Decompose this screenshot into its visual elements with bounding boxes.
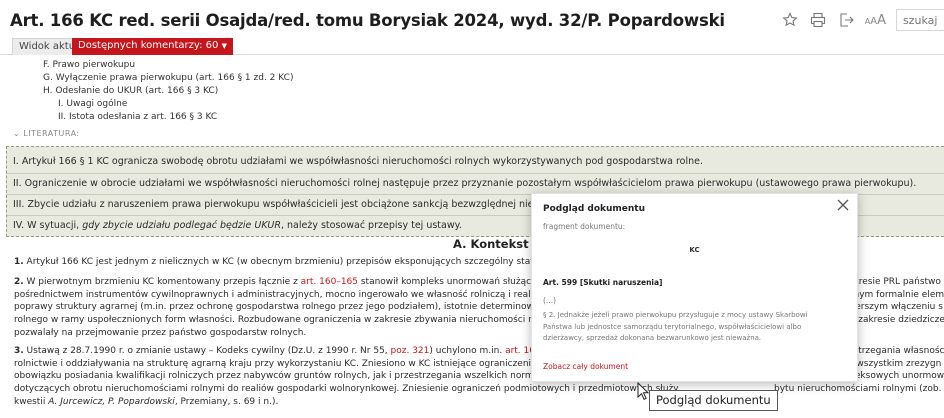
summary-row: II. Ograniczenie w obrocie udziałami we … [13, 178, 917, 189]
caret-down-icon: ▼ [221, 42, 227, 50]
summary-row-text-end: , należy stosować przepisy tej ustawy. [280, 220, 462, 231]
paragraph-text: Ustawą z 28.7.1990 r. o zmianie ustawy –… [23, 346, 391, 356]
paragraph-text: poprawy struktury agrarnej (m.in. przez … [14, 302, 556, 313]
paragraph-text: bytu nieruchomościami rolnymi (zob. szer… [774, 384, 944, 395]
toc-item[interactable]: H. Odesłanie do UKUR (art. 166 § 3 KC) [43, 86, 218, 96]
paragraph-text: pośrednictwem instrumentów cywilnoprawny… [14, 289, 557, 300]
popup-ellipsis: (...) [543, 296, 557, 305]
font-size-control[interactable]: AAA [865, 13, 886, 28]
paragraph-text: okresie PRL państwo [848, 277, 941, 287]
popup-title: Podgląd dokumentu [543, 204, 646, 214]
paragraph-text: rolnictwie i oddziaływania na strukturę … [14, 358, 564, 369]
summary-row-text: IV. W sytuacji, [13, 220, 83, 231]
paragraph-text: anym formalnie elem [848, 289, 944, 300]
popup-document-code: KC [689, 246, 700, 254]
page-title: Art. 166 KC red. serii Osajda/red. tomu … [10, 11, 725, 30]
summary-row-italic: gdy zbycie udziału podlegać będzie UKUR [82, 220, 281, 231]
document-preview-popup: Podgląd dokumentu fragment dokumentu: KC… [531, 193, 858, 382]
popup-body-line: § 2. Jednakże jeżeli prawo pierwokupu pr… [543, 311, 808, 319]
popup-article-heading: Art. 599 [Skutki naruszenia] [543, 278, 663, 287]
paragraph-text: Artykuł 166 KC jest jednym z nielicznych… [23, 257, 565, 267]
paragraph-text: W pierwotnym brzmieniu KC komentowany pr… [23, 277, 301, 287]
tab-comments-dropdown[interactable]: Dostępnych komentarzy: 60 ▼ [72, 38, 233, 55]
paragraph-number: 2. [14, 277, 24, 287]
summary-row: I. Artykuł 166 § 1 KC ogranicza swobodę … [13, 156, 704, 167]
close-icon[interactable] [835, 197, 851, 213]
paragraph-number: 1. [14, 257, 24, 267]
chevron-down-icon: ⌄ [13, 129, 21, 138]
toc-item[interactable]: II. Istota odesłania z art. 166 § 3 KC [58, 112, 217, 122]
export-icon[interactable] [837, 11, 855, 29]
star-icon[interactable] [781, 11, 799, 29]
summary-row: IV. W sytuacji, gdy zbycie udziału podle… [13, 220, 462, 231]
paragraph-text: e wszystkim zrezygn [848, 358, 942, 369]
literature-label: LITERATURA: [23, 129, 80, 138]
tooltip: Podgląd dokumentu [649, 390, 778, 411]
paragraph-text: ostrzegania własnośc [848, 346, 944, 356]
popup-body-line: dzierżawcy, sprzedaż dokonana bezwarunko… [543, 334, 762, 342]
paragraph-text: izerszym włączeniu s [848, 302, 943, 313]
paragraph-text: , Przemiany, s. 69 i n.). [174, 396, 279, 407]
paragraph-text: obowiązku posiadania kwalifikacji rolnic… [14, 371, 563, 382]
paragraph-text: ) uchylono m.in. [429, 346, 506, 356]
paragraph-text: dotyczących obrotu nieruchomościami roln… [14, 384, 679, 395]
toolbar: AAA [781, 9, 944, 31]
view-full-document-link[interactable]: Zobacz cały dokument [543, 362, 628, 371]
toc-item[interactable]: G. Wyłączenie prawa pierwokupu (art. 166… [43, 73, 293, 83]
search-input[interactable] [896, 9, 944, 31]
author-names: A. Jurcewicz, P. Popardowski [48, 396, 175, 407]
paragraph-text: pozwalały na przejmowanie przez państwo … [14, 327, 307, 338]
paragraph-text: kwestii [14, 396, 49, 407]
document-header: Art. 166 KC red. serii Osajda/red. tomu … [0, 0, 944, 38]
paragraph-number: 3. [14, 346, 24, 356]
popup-subtitle: fragment dokumentu: [543, 222, 626, 231]
toc-item[interactable]: F. Prawo pierwokupu [43, 60, 135, 70]
print-icon[interactable] [809, 11, 827, 29]
toc-item[interactable]: I. Uwagi ogólne [58, 99, 127, 109]
literature-toggle[interactable]: ⌄ LITERATURA: [13, 129, 80, 138]
paragraph-text: w zakresie dziedzicze [848, 315, 944, 326]
summary-row: III. Zbycie udziału z naruszeniem prawa … [13, 199, 584, 210]
paragraph-text: rolnego w ramy uspołecznionych form włas… [14, 315, 554, 326]
tab-comments-label: Dostępnych komentarzy: 60 [78, 40, 219, 51]
divider [7, 173, 944, 174]
journal-link[interactable]: poz. 321 [391, 346, 430, 356]
popup-body-line: Państwa lub jednostce samorządu terytori… [543, 322, 802, 331]
tabs-bar: Widok aktu Dostępnych komentarzy: 60 ▼ [0, 38, 944, 55]
popup-body: § 2. Jednakże jeżeli prawo pierwokupu pr… [543, 310, 843, 345]
article-link[interactable]: art. 160–165 [301, 277, 358, 287]
font-size-letter[interactable]: A [877, 13, 886, 28]
